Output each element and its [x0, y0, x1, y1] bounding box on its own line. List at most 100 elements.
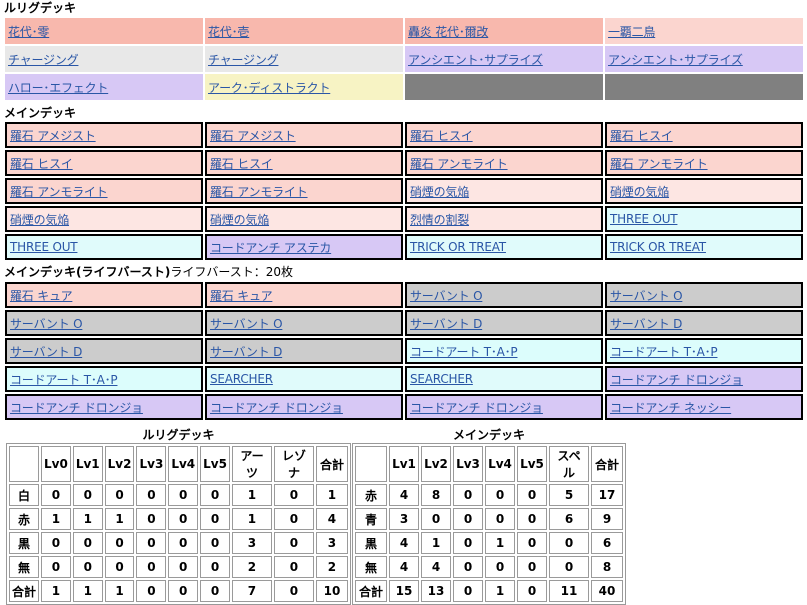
card-link[interactable]: サーバント O	[210, 315, 283, 332]
card-cell: サーバント D	[605, 310, 803, 336]
card-link[interactable]: アーク･ディストラクト	[208, 79, 330, 96]
stats-cell: 赤	[355, 484, 387, 506]
card-link[interactable]: TRICK OR TREAT	[410, 240, 506, 254]
card-link[interactable]: 羅石 アンモライト	[610, 155, 708, 172]
card-link[interactable]: コードアート T･A･P	[10, 371, 118, 388]
card-link[interactable]: THREE OUT	[610, 212, 678, 226]
card-link[interactable]: サーバント D	[210, 343, 282, 360]
main-deck-grid: 羅石 アメジスト 羅石 アメジスト 羅石 ヒスイ 羅石 ヒスイ 羅石 ヒスイ 羅石 ヒスイ…	[4, 121, 804, 261]
stats-cell: 4	[315, 508, 348, 530]
card-link[interactable]: サーバント O	[10, 315, 83, 332]
card-cell: 轟炎 花代･爾改	[405, 18, 603, 44]
card-link[interactable]: 硝煙の気焔	[610, 183, 669, 200]
stats-cell: 1	[231, 484, 272, 506]
card-link[interactable]: コードアート T･A･P	[410, 343, 518, 360]
card-link[interactable]: チャージング	[208, 51, 279, 68]
card-link[interactable]: 烈情の割裂	[410, 211, 469, 228]
card-link[interactable]: 硝煙の気焔	[210, 211, 269, 228]
card-row: チャージング チャージング アンシエント･サプライズ アンシエント･サプライズ	[4, 45, 804, 73]
stats-cell: 6	[591, 532, 623, 554]
card-link[interactable]: 花代･壱	[208, 23, 249, 40]
card-link[interactable]: 羅石 ヒスイ	[210, 155, 273, 172]
stats-header-cell: スペル	[549, 446, 589, 482]
card-link[interactable]: サーバント D	[610, 315, 682, 332]
card-cell: TRICK OR TREAT	[605, 234, 803, 260]
stats-cell: 11	[549, 580, 589, 602]
card-cell: 硝煙の気焔	[605, 178, 803, 204]
stats-cell: 0	[72, 532, 103, 554]
stats-header-cell: レゾナ	[273, 446, 314, 482]
stats-cell: 0	[136, 484, 167, 506]
card-link[interactable]: サーバント D	[10, 343, 82, 360]
card-cell: 硝煙の気焔	[5, 206, 203, 232]
card-link[interactable]: サーバント O	[410, 287, 483, 304]
card-link[interactable]: 羅石 キュア	[10, 287, 73, 304]
card-link[interactable]: 花代･零	[8, 23, 49, 40]
stats-cell: 7	[231, 580, 272, 602]
card-link[interactable]: TRICK OR TREAT	[610, 240, 706, 254]
stats-row: 無4400008	[355, 556, 623, 578]
lrig-stats-table: Lv0 Lv1 Lv2 Lv3 Lv4 Lv5 アーツ レゾナ 合計白 0 0 0 0 0 0 1 0 1 赤 1 1 1…	[6, 443, 351, 605]
card-link[interactable]: 羅石 ヒスイ	[410, 127, 473, 144]
card-link[interactable]: アンシエント･サプライズ	[608, 51, 743, 68]
stats-cell: 0	[453, 508, 483, 530]
card-link[interactable]: 羅石 アメジスト	[210, 127, 296, 144]
card-link[interactable]: コードアンチ アステカ	[210, 239, 331, 256]
card-link[interactable]: ハロー･エフェクト	[8, 79, 108, 96]
stats-header-cell: 合計	[591, 446, 623, 482]
stats-cell: 9	[591, 508, 623, 530]
card-link[interactable]: サーバント O	[610, 287, 683, 304]
stats-cell: 0	[168, 556, 199, 578]
card-cell: 羅石 アンモライト	[205, 178, 403, 204]
card-link[interactable]: 硝煙の気焔	[410, 183, 469, 200]
card-link[interactable]: チャージング	[8, 51, 79, 68]
card-row: 羅石 アンモライト 羅石 アンモライト 硝煙の気焔 硝煙の気焔	[4, 177, 804, 205]
card-cell: コードアート T･A･P	[5, 366, 203, 392]
lifeburst-count: ライフバースト：20枚	[170, 265, 294, 279]
card-cell: 羅石 アンモライト	[405, 150, 603, 176]
stats-cell: 0	[168, 580, 199, 602]
card-row: 羅石 アメジスト 羅石 アメジスト 羅石 ヒスイ 羅石 ヒスイ	[4, 121, 804, 149]
stats-cell: 0	[517, 508, 547, 530]
stats-cell: 0	[136, 532, 167, 554]
card-link[interactable]: THREE OUT	[10, 240, 78, 254]
card-link[interactable]: 羅石 アンモライト	[210, 183, 308, 200]
card-cell: サーバント O	[605, 282, 803, 308]
card-link[interactable]: 羅石 ヒスイ	[610, 127, 673, 144]
card-link[interactable]: コードアート T･A･P	[610, 343, 718, 360]
stats-cell: 5	[549, 484, 589, 506]
stats-row: 黒4101006	[355, 532, 623, 554]
card-link[interactable]: コードアンチ ドロンジョ	[210, 399, 343, 416]
card-link[interactable]: 羅石 キュア	[210, 287, 273, 304]
card-link[interactable]: 羅石 ヒスイ	[10, 155, 73, 172]
card-link[interactable]: コードアンチ ネッシー	[610, 399, 731, 416]
card-link[interactable]: 轟炎 花代･爾改	[408, 23, 488, 40]
stats-cell: 15	[389, 580, 419, 602]
card-link[interactable]: 羅石 アメジスト	[10, 127, 96, 144]
card-cell: 羅石 キュア	[205, 282, 403, 308]
stats-cell: 0	[200, 532, 230, 554]
card-link[interactable]: サーバント D	[410, 315, 482, 332]
stats-cell: 0	[136, 556, 167, 578]
card-link[interactable]: 羅石 アンモライト	[410, 155, 508, 172]
card-link[interactable]: コードアンチ ドロンジョ	[10, 399, 143, 416]
stats-cell: 8	[421, 484, 451, 506]
stats-header-row: Lv1 Lv2 Lv3 Lv4 Lv5 スペル 合計	[355, 446, 623, 482]
card-cell: アンシエント･サプライズ	[605, 46, 803, 72]
stats-cell: 0	[200, 580, 230, 602]
card-row: 羅石 ヒスイ 羅石 ヒスイ 羅石 アンモライト 羅石 アンモライト	[4, 149, 804, 177]
card-row: 花代･零 花代･壱 轟炎 花代･爾改 一覇二鳥	[4, 17, 804, 45]
stats-cell: 0	[200, 508, 230, 530]
stats-cell: 0	[273, 484, 314, 506]
card-link[interactable]: 一覇二鳥	[608, 23, 655, 40]
card-link[interactable]: アンシエント･サプライズ	[408, 51, 543, 68]
card-link[interactable]: SEARCHER	[410, 372, 473, 386]
card-link[interactable]: コードアンチ ドロンジョ	[410, 399, 543, 416]
card-link[interactable]: コードアンチ ドロンジョ	[610, 371, 743, 388]
stats-row: 赤 4 8 0 0 0 5 17	[355, 484, 623, 506]
stats-row: 合計 15 13 0 1 0 11 40	[355, 580, 623, 602]
card-link[interactable]: SEARCHER	[210, 372, 273, 386]
card-link[interactable]: 硝煙の気焔	[10, 211, 69, 228]
card-link[interactable]: 羅石 アンモライト	[10, 183, 108, 200]
stats-cell: 0	[41, 484, 71, 506]
